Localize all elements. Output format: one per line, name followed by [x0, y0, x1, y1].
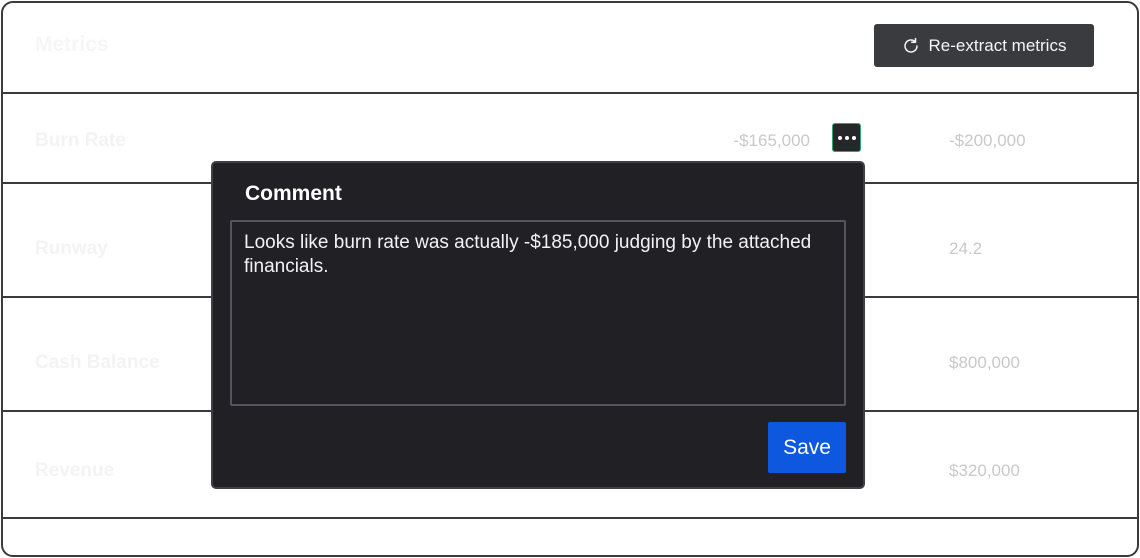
- metric-value-previous: 24.2: [949, 239, 983, 258]
- metric-value-previous: -$200,000: [949, 131, 1026, 150]
- save-button[interactable]: Save: [768, 422, 846, 473]
- refresh-icon: [903, 37, 918, 53]
- metrics-panel: Metrics Re-extract metrics Burn Rate -$1…: [1, 1, 1139, 557]
- metric-value-current: -$165,000: [733, 131, 810, 150]
- metric-label: Runway: [35, 238, 108, 259]
- metric-label: Cash Balance: [35, 352, 160, 373]
- comment-title: Comment: [245, 182, 342, 205]
- metric-label: Revenue: [35, 460, 115, 481]
- metrics-title: Metrics: [35, 33, 109, 56]
- metric-value-previous: $800,000: [949, 353, 1020, 372]
- comment-textarea[interactable]: Looks like burn rate was actually -$185,…: [230, 220, 846, 406]
- reextract-label: Re-extract metrics: [928, 35, 1067, 55]
- divider: [3, 517, 1137, 519]
- metric-label: Burn Rate: [35, 130, 126, 151]
- metrics-header: Metrics Re-extract metrics: [3, 3, 1137, 93]
- more-options-button[interactable]: [832, 123, 861, 152]
- more-horizontal-icon: [837, 135, 842, 140]
- reextract-metrics-button[interactable]: Re-extract metrics: [874, 24, 1094, 67]
- comment-popover: Comment Looks like burn rate was actuall…: [211, 161, 865, 489]
- metric-value-previous: $320,000: [949, 461, 1020, 480]
- more-horizontal-icon: [851, 135, 856, 140]
- more-horizontal-icon: [844, 135, 849, 140]
